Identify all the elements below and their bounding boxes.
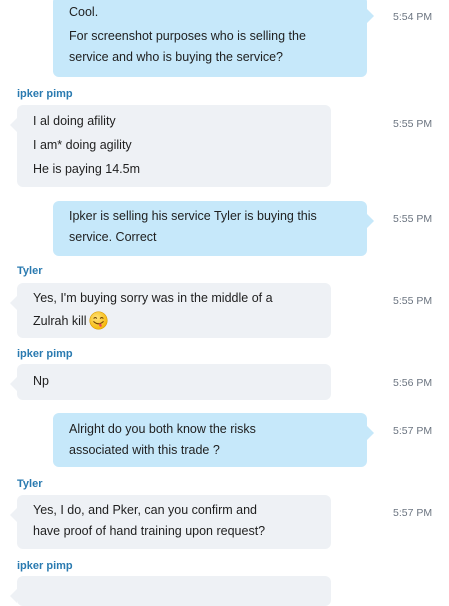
message-text-line: I al doing afility (33, 114, 116, 128)
message-text-line: service and who is buying the service? (69, 50, 284, 64)
message-timestamp: 5:56 PM (393, 377, 433, 389)
message-timestamp: 5:54 PM (393, 11, 433, 23)
message-bubble-outgoing[interactable]: Ipker is selling his service Tyler is bu… (53, 201, 374, 256)
message-bubble-outgoing[interactable]: Alright do you both know the risks assoc… (53, 413, 374, 467)
sender-name: Tyler (17, 265, 43, 277)
message-bubble-outgoing[interactable]: Cool. For screenshot purposes who is sel… (53, 0, 374, 77)
message-bubble-incoming[interactable]: I al doing afility I am* doing agility H… (10, 105, 331, 187)
message-text-line: associated with this trade ? (69, 443, 220, 457)
message-text-line: He is paying 14.5m (33, 162, 141, 176)
message-text-line: Np (33, 374, 49, 388)
message-text-line: Zulrah kill (33, 311, 315, 332)
message-text: Zulrah kill (33, 314, 87, 328)
sender-name: ipker pimp (17, 348, 73, 360)
message-text-line: have proof of hand training upon request… (33, 524, 266, 538)
message-bubble-incoming[interactable] (10, 576, 331, 606)
message-timestamp: 5:57 PM (393, 425, 433, 437)
message-text-line: For screenshot purposes who is selling t… (69, 29, 306, 43)
message-bubble-incoming[interactable]: Np (10, 364, 331, 400)
sender-name: Tyler (17, 478, 43, 490)
message-timestamp: 5:55 PM (393, 213, 433, 225)
message-text-line: Yes, I do, and Pker, can you confirm and (33, 503, 257, 517)
sender-name: ipker pimp (17, 88, 73, 100)
message-timestamp: 5:57 PM (393, 507, 433, 519)
message-text-line: Yes, I'm buying sorry was in the middle … (33, 291, 273, 305)
message-bubble-incoming[interactable]: Yes, I do, and Pker, can you confirm and… (10, 495, 331, 549)
message-text-line: Alright do you both know the risks (69, 422, 256, 436)
sender-name: ipker pimp (17, 560, 73, 572)
message-bubble-incoming[interactable]: Yes, I'm buying sorry was in the middle … (10, 283, 331, 338)
message-timestamp: 5:55 PM (393, 295, 433, 307)
smiling-tongue-emoji-icon (88, 311, 108, 330)
message-text-line: I am* doing agility (33, 138, 132, 152)
message-text-line: Ipker is selling his service Tyler is bu… (69, 209, 317, 223)
message-text-line: Cool. (69, 5, 99, 19)
message-text-line: service. Correct (69, 230, 157, 244)
message-timestamp: 5:55 PM (393, 118, 433, 130)
